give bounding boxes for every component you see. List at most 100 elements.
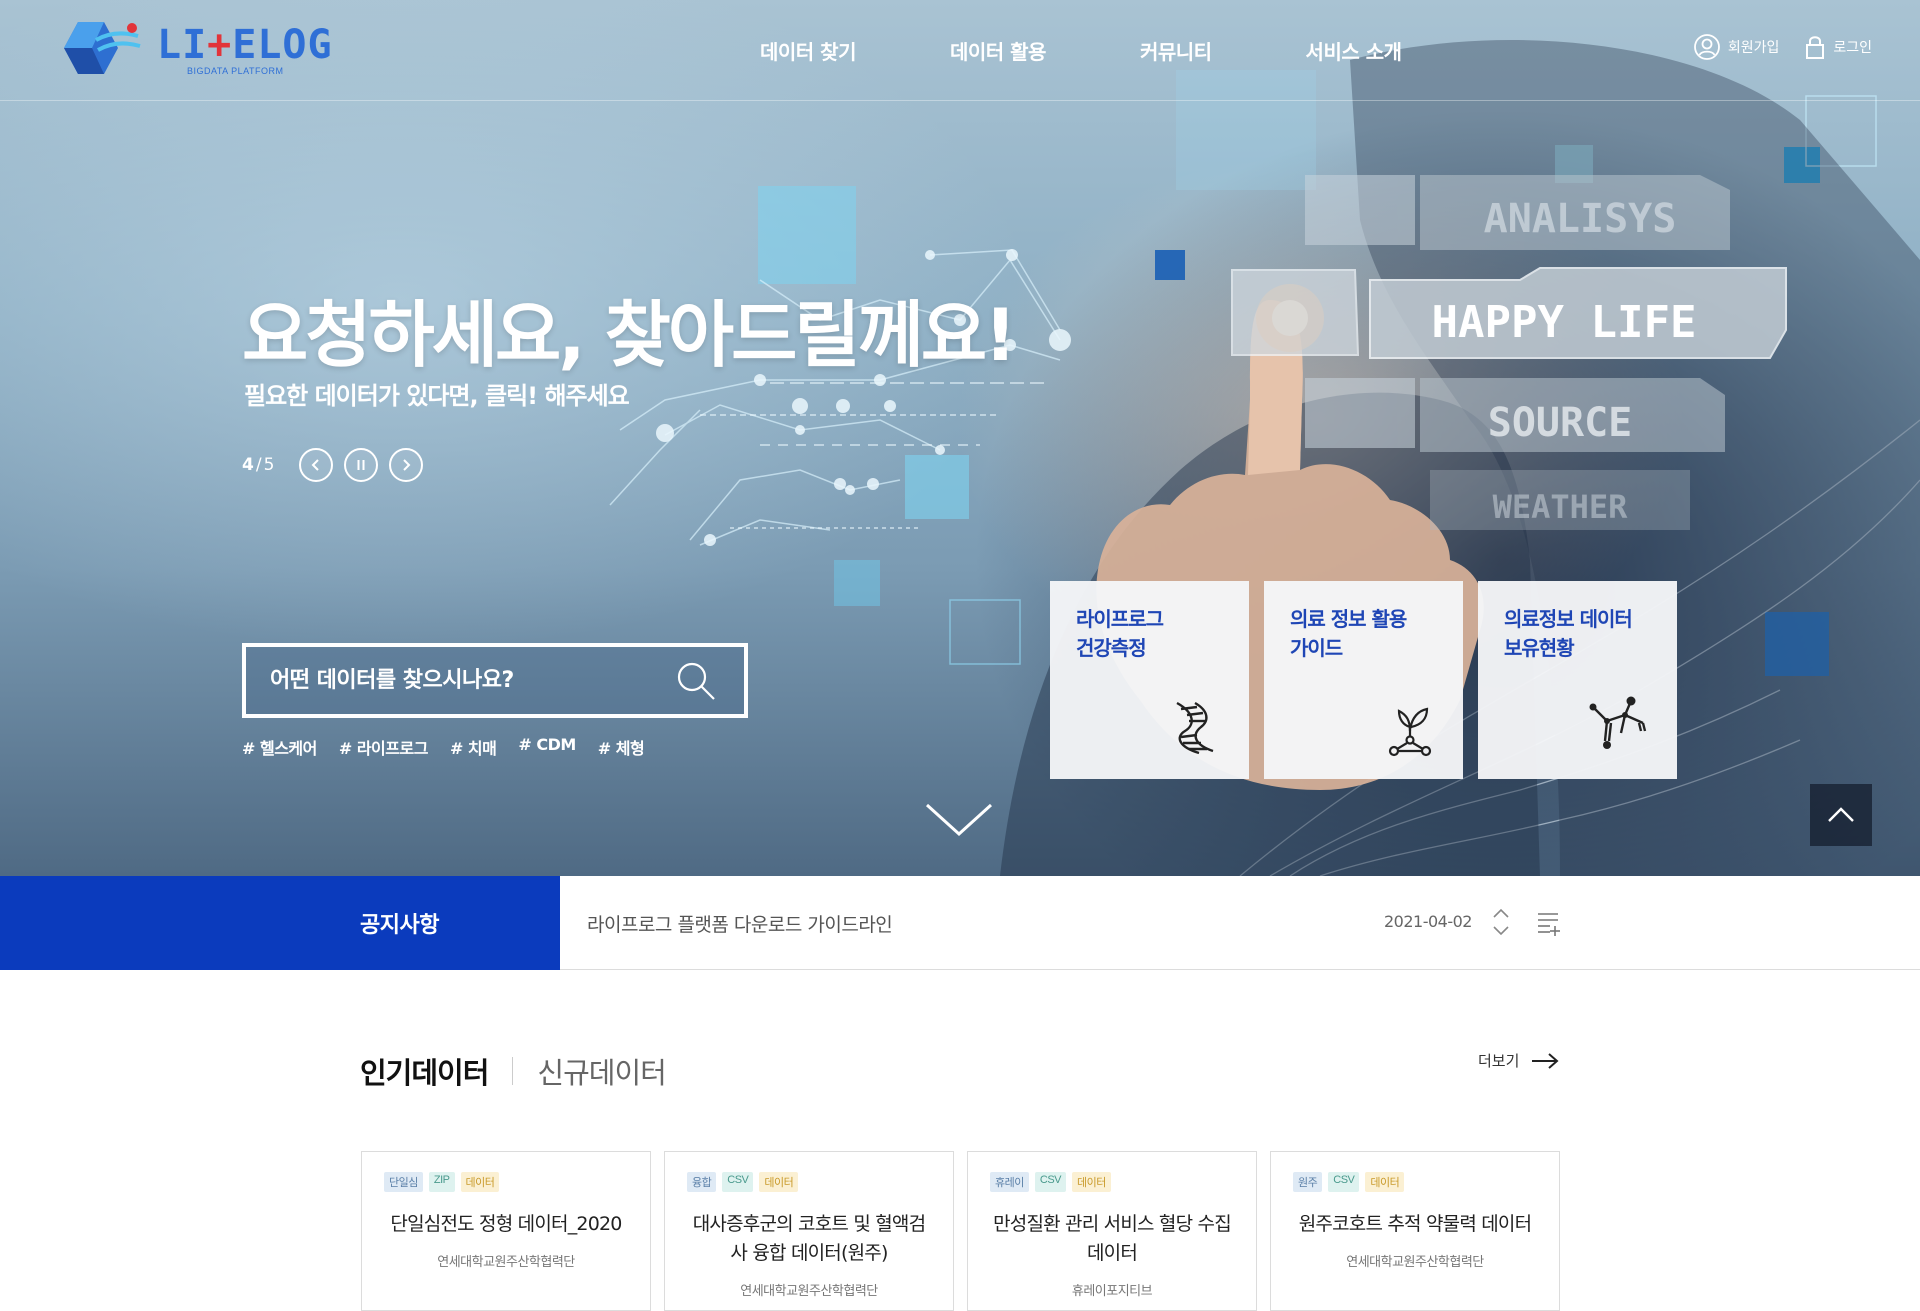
data-card[interactable]: 휴레이 CSV 데이터 만성질환 관리 서비스 혈당 수집 데이터 휴레이포지티… <box>967 1151 1257 1311</box>
scroll-down-button[interactable] <box>924 800 994 844</box>
slide-separator: / <box>255 455 262 475</box>
nav-use-data[interactable]: 데이터 활용 <box>950 36 1046 65</box>
data-card-title: 만성질환 관리 서비스 혈당 수집 데이터 <box>993 1213 1232 1264</box>
slide-prev-button[interactable] <box>299 448 334 482</box>
hero-subtitle: 필요한 데이터가 있다면, 클릭! 해주세요 <box>244 382 630 410</box>
site-logo[interactable]: LI+ELOG BIGDATA PLATFORM <box>52 18 332 84</box>
nav-find-data[interactable]: 데이터 찾기 <box>760 36 856 65</box>
hashtag-lifelog[interactable]: # 라이프로그 <box>339 735 429 759</box>
notice-date: 2021-04-02 <box>1384 912 1472 931</box>
quick-card-lifelog-health[interactable]: 라이프로그 건강측정 <box>1050 581 1249 779</box>
data-card-org: 휴레이포지티브 <box>1071 1284 1153 1299</box>
chevron-down-icon <box>925 803 993 837</box>
chevron-left-icon <box>311 459 320 471</box>
format-badge: CSV <box>1034 1172 1066 1192</box>
data-card-org: 연세대학교원주산학협력단 <box>437 1255 575 1270</box>
data-card-org: 연세대학교원주산학협력단 <box>1346 1255 1484 1270</box>
tab-divider <box>512 1057 514 1085</box>
logo-subtitle: BIGDATA PLATFORM <box>187 66 284 76</box>
quick-card-label: 의료 정보 활용 가이드 <box>1290 607 1407 660</box>
back-to-top-button[interactable] <box>1810 784 1872 846</box>
data-card-title: 대사증후군의 코호트 및 혈액검사 융합 데이터(원주) <box>692 1213 926 1264</box>
quick-card-label: 라이프로그 건강측정 <box>1076 607 1164 660</box>
lock-icon <box>1806 36 1825 59</box>
type-badge: 데이터 <box>759 1172 799 1192</box>
format-badge: CSV <box>1328 1172 1360 1192</box>
slide-current: 4 <box>242 455 254 475</box>
notice-pager <box>1492 904 1510 940</box>
hud-label-analysis: ANALISYS <box>1484 196 1677 242</box>
hud-label-source: SOURCE <box>1488 400 1633 446</box>
pause-icon <box>357 460 365 470</box>
hero-banner: ANALISYS HAPPY LIFE SOURCE WEATHER LI+EL… <box>0 0 1920 876</box>
more-label: 더보기 <box>1478 1052 1520 1070</box>
dna-icon <box>1176 701 1214 755</box>
notice-title: 공지사항 <box>0 876 560 970</box>
data-card[interactable]: 단일심 ZIP 데이터 단일심전도 정형 데이터_2020 연세대학교원주산학협… <box>361 1151 651 1311</box>
signup-link[interactable]: 회원가입 <box>1693 34 1780 60</box>
quick-card-label: 의료정보 데이터 보유현황 <box>1504 607 1633 660</box>
notice-list-button[interactable] <box>1536 910 1562 940</box>
badge-group: 융합 CSV 데이터 <box>687 1172 931 1192</box>
type-badge: 데이터 <box>1365 1172 1405 1192</box>
plant-molecule-icon <box>1388 707 1432 757</box>
badge-group: 원주 CSV 데이터 <box>1293 1172 1537 1192</box>
slide-next-button[interactable] <box>389 448 424 482</box>
data-card-list: 단일심 ZIP 데이터 단일심전도 정형 데이터_2020 연세대학교원주산학협… <box>361 1151 1573 1311</box>
chevron-up-icon <box>1828 807 1854 822</box>
type-badge: 데이터 <box>460 1172 500 1192</box>
logo-hexagon-icon <box>64 22 141 74</box>
notice-prev-button[interactable] <box>1492 904 1510 922</box>
molecule-icon <box>1589 696 1647 749</box>
data-search-box <box>242 643 748 718</box>
tab-popular-data[interactable]: 인기데이터 <box>360 1050 489 1092</box>
hashtag-healthcare[interactable]: # 헬스케어 <box>242 735 317 759</box>
chevron-down-icon <box>1493 926 1509 936</box>
hashtag-body-type[interactable]: # 체형 <box>598 735 645 759</box>
chevron-up-icon <box>1493 908 1509 918</box>
main-navigation: 데이터 찾기 데이터 활용 커뮤니티 서비스 소개 <box>760 36 1496 65</box>
utility-menu: 회원가입 로그인 <box>1668 34 1872 60</box>
header-divider <box>0 100 1920 101</box>
search-icon <box>677 662 715 700</box>
notice-next-button[interactable] <box>1492 922 1510 940</box>
slide-total: 5 <box>263 455 275 475</box>
data-card[interactable]: 융합 CSV 데이터 대사증후군의 코호트 및 혈액검사 융합 데이터(원주) … <box>664 1151 954 1311</box>
slide-pause-button[interactable] <box>344 448 379 482</box>
data-card[interactable]: 원주 CSV 데이터 원주코호트 추적 약물력 데이터 연세대학교원주산학협력단 <box>1270 1151 1560 1311</box>
slide-controls: 4 / 5 <box>242 448 424 482</box>
type-badge: 데이터 <box>1072 1172 1111 1192</box>
category-badge: 단일심 <box>384 1172 423 1192</box>
quick-link-cards: 라이프로그 건강측정 의료 정보 활용 가이드 의료정보 데이터 보유현황 <box>1050 581 1692 779</box>
list-add-icon <box>1538 913 1560 936</box>
format-badge: ZIP <box>428 1172 455 1192</box>
search-button[interactable] <box>672 657 720 705</box>
hashtag-dementia[interactable]: # 치매 <box>450 735 497 759</box>
category-badge: 휴레이 <box>990 1172 1029 1192</box>
chevron-right-icon <box>403 459 411 471</box>
quick-card-data-holdings[interactable]: 의료정보 데이터 보유현황 <box>1478 581 1677 779</box>
badge-group: 휴레이 CSV 데이터 <box>990 1172 1234 1192</box>
slide-counter: 4 / 5 <box>242 455 274 475</box>
more-link[interactable]: 더보기 <box>1478 1050 1559 1071</box>
logo-wordmark: LI+ELOG <box>157 22 333 68</box>
user-icon <box>1693 34 1720 60</box>
data-card-title: 원주코호트 추적 약물력 데이터 <box>1298 1213 1532 1235</box>
search-input[interactable] <box>270 668 672 693</box>
hashtag-cdm[interactable]: # CDM <box>518 735 576 759</box>
nav-community[interactable]: 커뮤니티 <box>1140 36 1212 65</box>
tab-new-data[interactable]: 신규데이터 <box>537 1050 666 1092</box>
data-card-title: 단일심전도 정형 데이터_2020 <box>390 1213 622 1235</box>
signup-label: 회원가입 <box>1727 40 1780 56</box>
hashtag-list: # 헬스케어 # 라이프로그 # 치매 # CDM # 체형 <box>242 735 666 759</box>
hud-label-happy-life: HAPPY LIFE <box>1432 297 1697 348</box>
login-link[interactable]: 로그인 <box>1805 34 1872 60</box>
notice-item-link[interactable]: 라이프로그 플랫폼 다운로드 가이드라인 <box>587 910 893 937</box>
category-badge: 융합 <box>687 1172 717 1192</box>
quick-card-medical-guide[interactable]: 의료 정보 활용 가이드 <box>1264 581 1463 779</box>
data-tabs: 인기데이터 신규데이터 <box>360 1050 667 1092</box>
nav-service-intro[interactable]: 서비스 소개 <box>1306 36 1402 65</box>
hero-title: 요청하세요, 찾아드릴께요! <box>242 293 1017 377</box>
hud-label-weather: WEATHER <box>1493 488 1629 526</box>
login-label: 로그인 <box>1833 40 1872 56</box>
